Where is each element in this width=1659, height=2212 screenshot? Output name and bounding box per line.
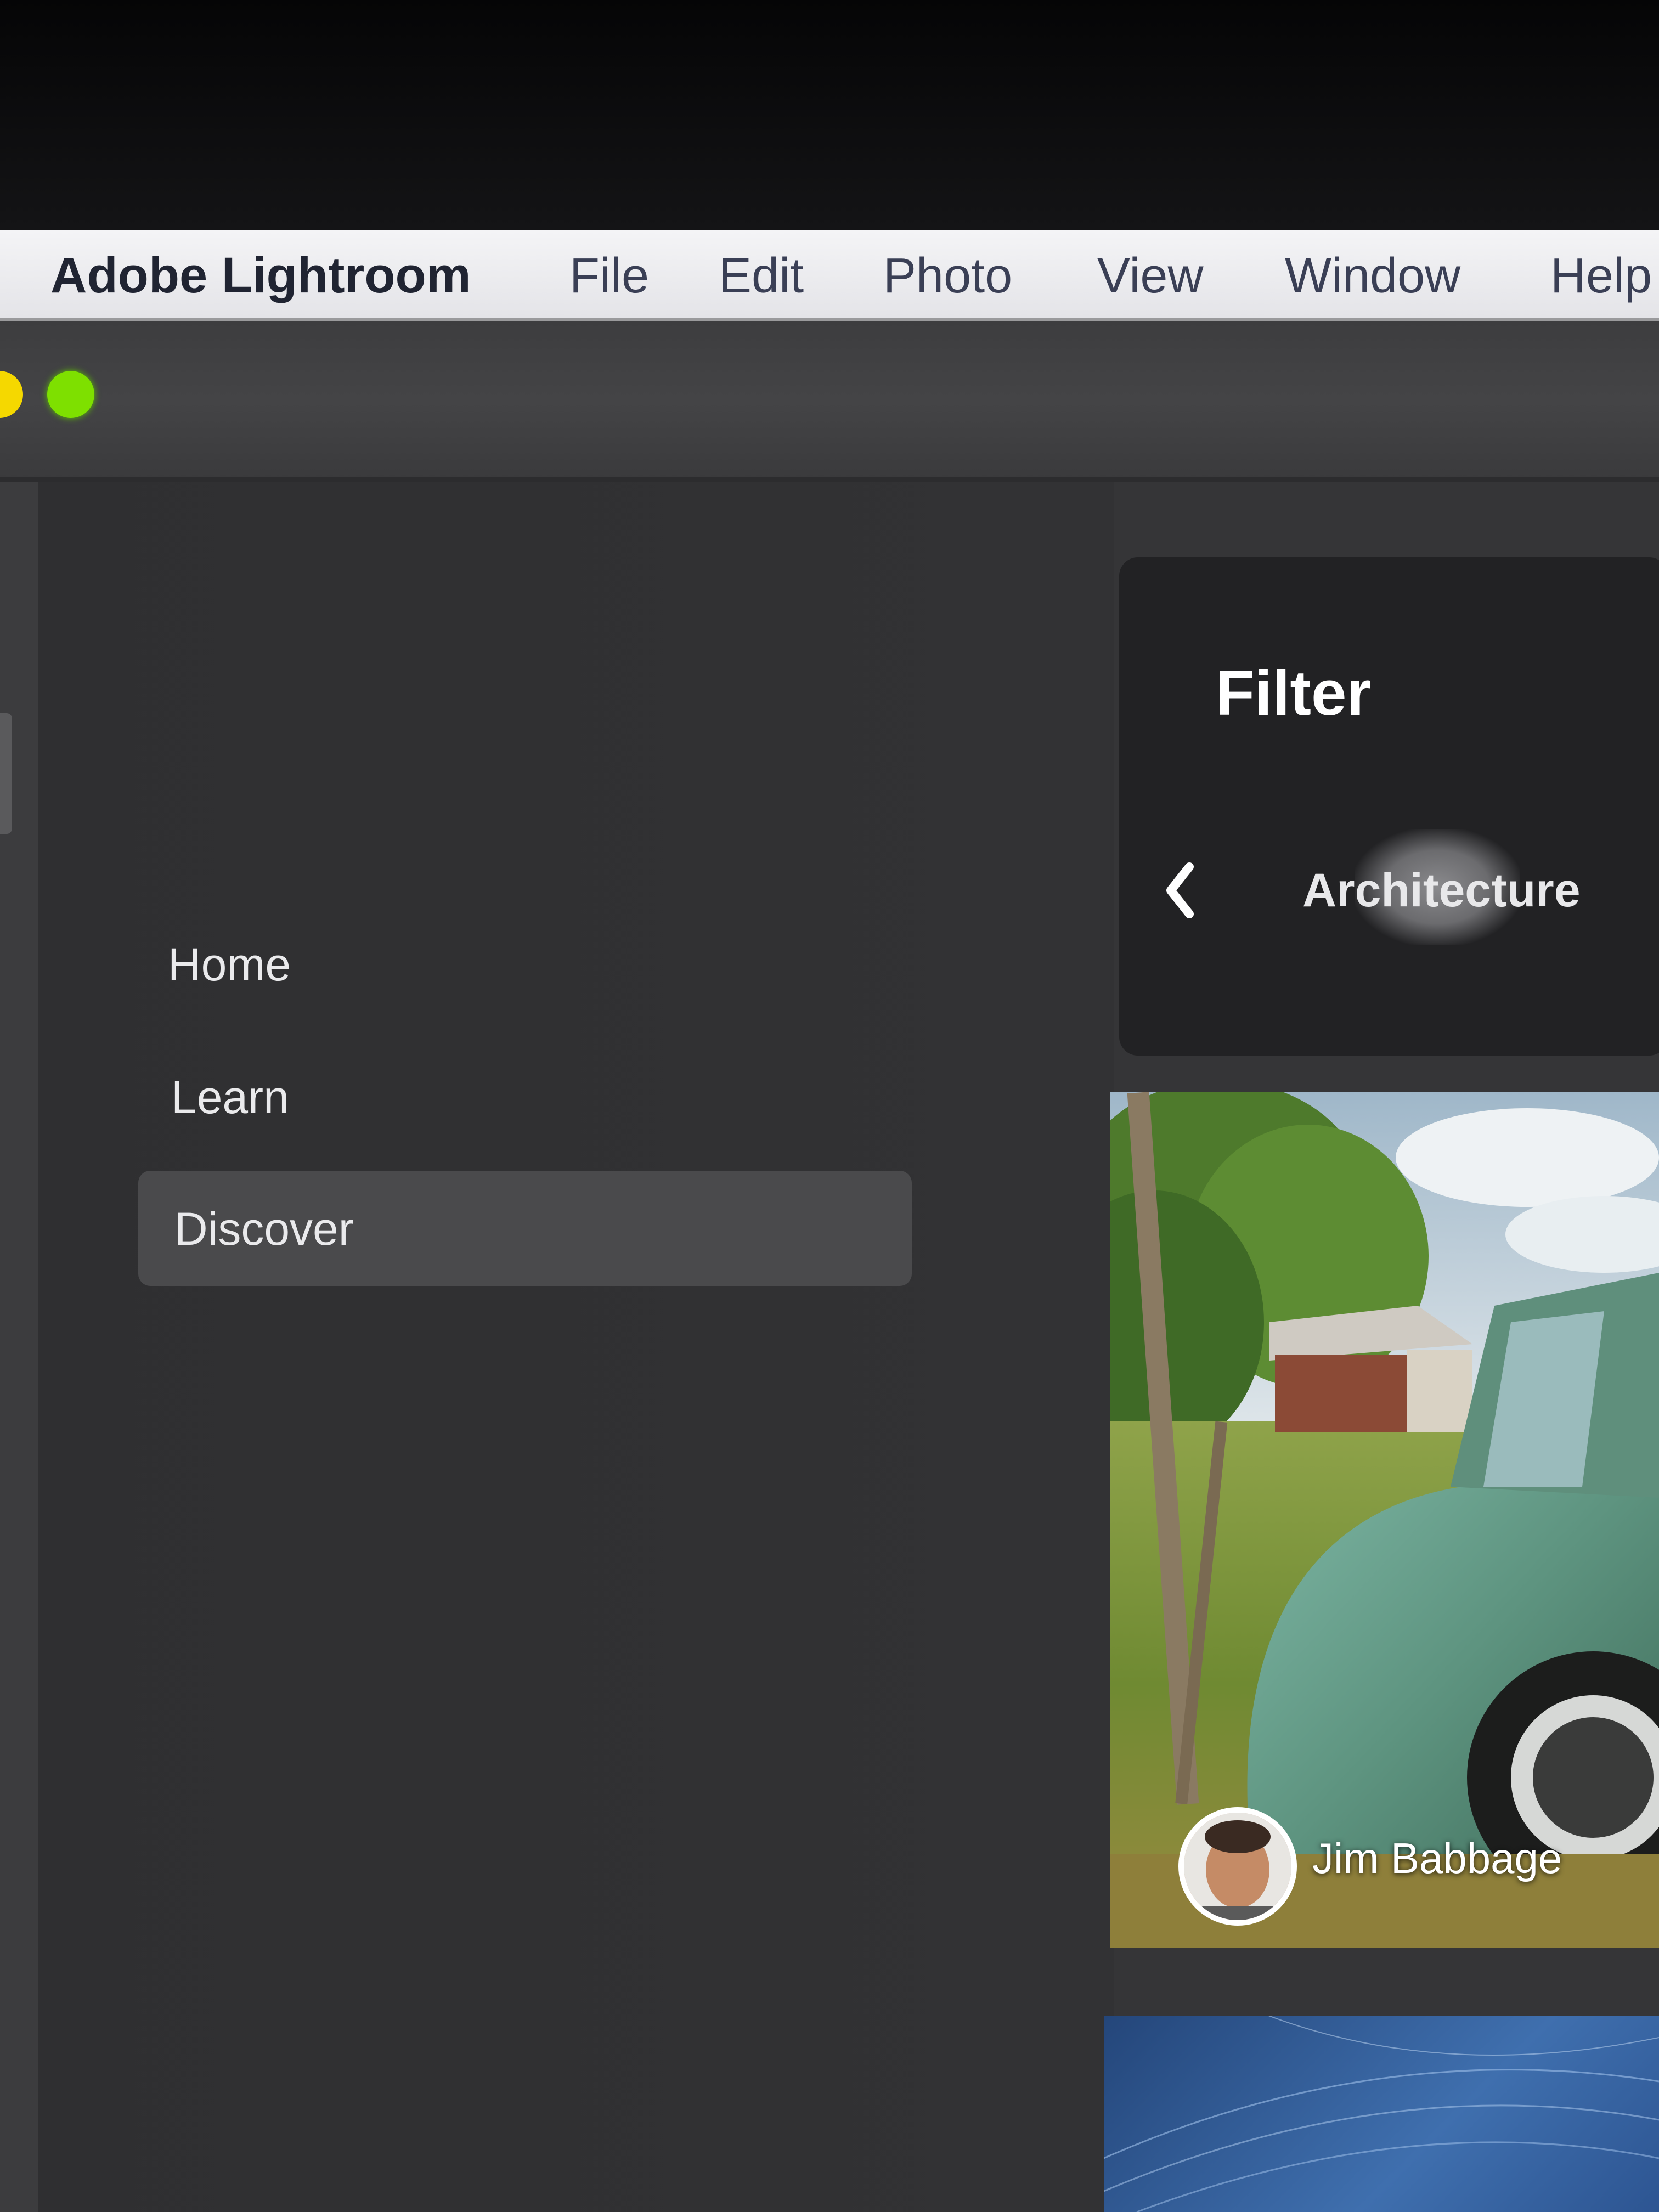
menu-file[interactable]: File (569, 248, 649, 304)
rail-tab[interactable] (0, 713, 12, 834)
menu-help[interactable]: Help (1550, 248, 1652, 304)
author-name[interactable]: Jim Babbage (1312, 1833, 1562, 1883)
filter-category[interactable]: Architecture (1302, 864, 1581, 918)
screen-bezel (0, 0, 1659, 230)
photo-card[interactable] (1110, 1092, 1659, 1948)
window-titlebar (0, 321, 1659, 481)
photo-card-next[interactable] (1104, 2016, 1659, 2212)
menu-edit[interactable]: Edit (719, 248, 804, 304)
menu-window[interactable]: Window (1285, 248, 1460, 304)
menu-bar: Adobe Lightroom File Edit Photo View Win… (0, 230, 1659, 321)
filter-title: Filter (1216, 657, 1372, 729)
sidebar (38, 482, 1114, 2212)
photo-image (1110, 1092, 1659, 1948)
menu-view[interactable]: View (1097, 248, 1203, 304)
star-trail-image (1104, 2016, 1659, 2212)
sidebar-item-home[interactable]: Home (168, 938, 291, 991)
avatar-image (1184, 1813, 1291, 1920)
author-avatar[interactable] (1178, 1807, 1297, 1926)
chevron-left-icon[interactable] (1165, 860, 1194, 921)
menu-photo[interactable]: Photo (883, 248, 1012, 304)
sidebar-item-discover-label: Discover (174, 1203, 354, 1255)
sidebar-item-learn[interactable]: Learn (171, 1071, 289, 1124)
filter-panel (1119, 557, 1659, 1056)
zoom-button[interactable] (47, 371, 94, 418)
titlebar-divider (0, 477, 1659, 482)
app-menu[interactable]: Adobe Lightroom (50, 247, 471, 304)
